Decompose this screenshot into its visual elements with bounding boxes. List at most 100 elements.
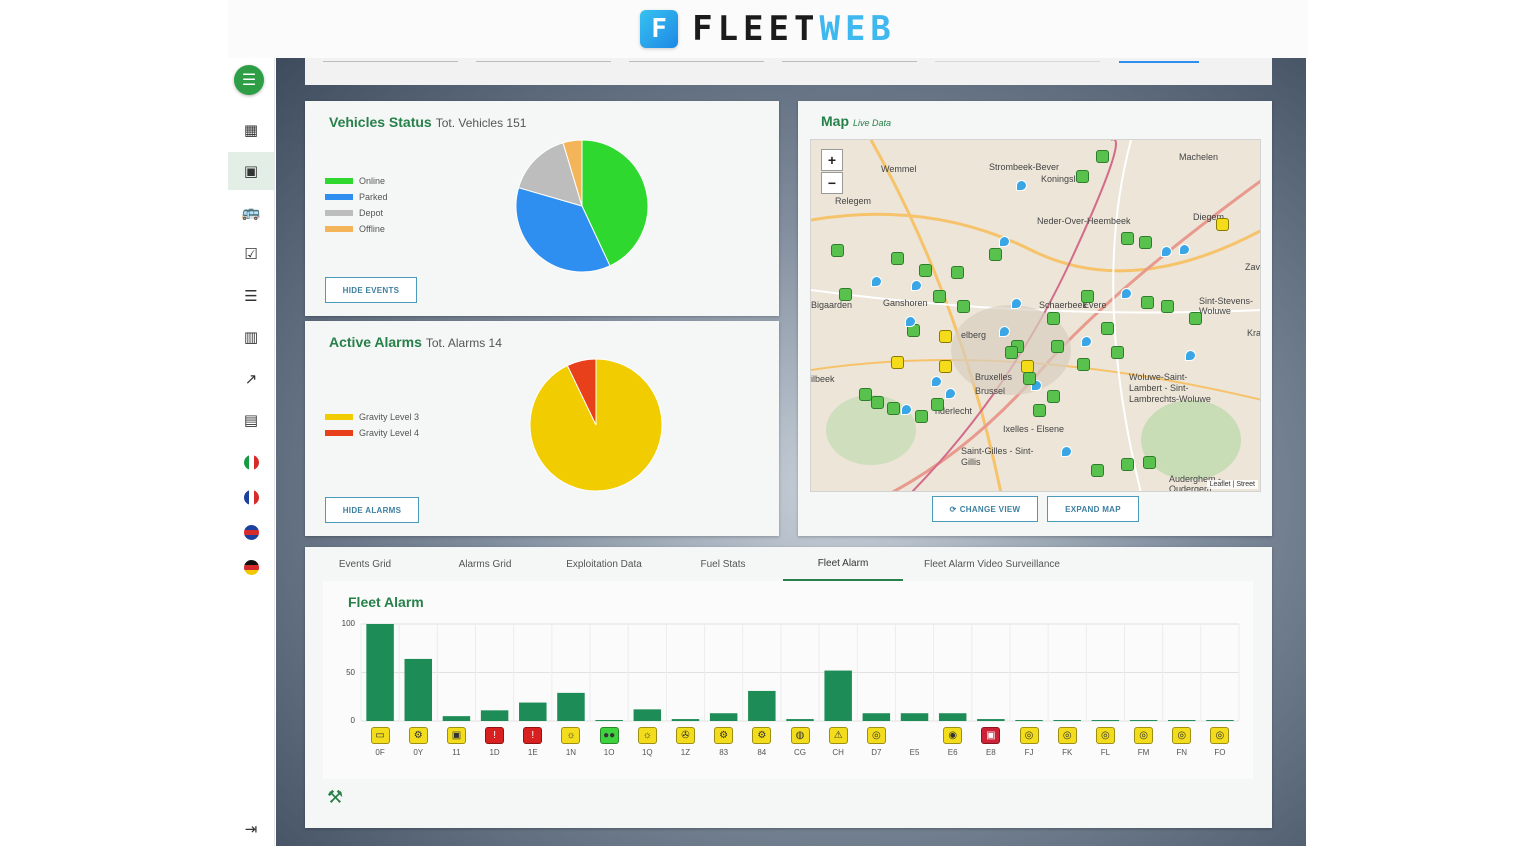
change-view-button[interactable]: ⟳ CHANGE VIEW	[932, 496, 1038, 522]
map-vehicle-marker-icon[interactable]	[939, 360, 952, 373]
map-vehicle-marker-icon[interactable]	[915, 410, 928, 423]
map-vehicle-marker-icon[interactable]	[1047, 390, 1060, 403]
hide-events-button[interactable]: HIDE EVENTS	[325, 277, 417, 303]
map-vehicle-marker-icon[interactable]	[831, 244, 844, 257]
map-vehicle-marker-icon[interactable]	[1143, 456, 1156, 469]
map-vehicle-marker-icon[interactable]	[919, 264, 932, 277]
sidebar-item-reports[interactable]: ▥	[228, 318, 274, 356]
expand-map-button[interactable]: EXPAND MAP	[1047, 496, 1139, 522]
zoom-out-button[interactable]: −	[821, 172, 843, 194]
map-vehicle-marker-icon[interactable]	[1051, 340, 1064, 353]
logout-button[interactable]: ⇥	[228, 810, 274, 848]
bar-1E[interactable]	[519, 702, 547, 721]
bar-0Y[interactable]	[404, 658, 433, 721]
tab-fuel-stats[interactable]: Fuel Stats	[663, 547, 783, 581]
map-vehicle-marker-icon[interactable]	[1101, 322, 1114, 335]
map-vehicle-marker-icon[interactable]	[1189, 312, 1202, 325]
bar-1N[interactable]	[557, 692, 585, 721]
tab-fleet-alarm[interactable]: Fleet Alarm	[783, 547, 903, 581]
map-vehicle-marker-icon[interactable]	[887, 402, 900, 415]
map-location-pin-icon[interactable]	[1121, 288, 1132, 299]
map-location-pin-icon[interactable]	[901, 404, 912, 415]
vehicles-status-legend-item[interactable]: Depot	[325, 205, 388, 221]
map-location-pin-icon[interactable]	[1161, 246, 1172, 257]
map-location-pin-icon[interactable]	[999, 326, 1010, 337]
sidebar-item-tasks[interactable]: ☑	[228, 235, 274, 273]
sidebar-item-trends[interactable]: ↗	[228, 360, 274, 398]
map-location-pin-icon[interactable]	[1185, 350, 1196, 361]
map-vehicle-marker-icon[interactable]	[1216, 218, 1229, 231]
bar-D7[interactable]	[862, 713, 891, 721]
bar-84[interactable]	[748, 690, 776, 721]
map-vehicle-marker-icon[interactable]	[1121, 232, 1134, 245]
bar-FJ[interactable]	[1015, 720, 1043, 722]
active-alarms-legend-item[interactable]: Gravity Level 3	[325, 409, 419, 425]
map-vehicle-marker-icon[interactable]	[1111, 346, 1124, 359]
vehicles-status-legend-item[interactable]: Online	[325, 173, 388, 189]
map-location-pin-icon[interactable]	[1081, 336, 1092, 347]
active-alarms-legend-item[interactable]: Gravity Level 4	[325, 425, 419, 441]
sidebar-item-stats[interactable]: ▤	[228, 401, 274, 439]
bar-1Q[interactable]	[633, 709, 662, 721]
clear-filter-icon[interactable]: ⚒	[327, 787, 343, 808]
bar-E8[interactable]	[977, 719, 1005, 721]
map-location-pin-icon[interactable]	[1061, 446, 1072, 457]
live-map[interactable]: Wemmel Machelen Strombeek-Bever Koningslo Re…	[810, 139, 1261, 492]
tab-events-grid[interactable]: Events Grid	[305, 547, 425, 581]
map-vehicle-marker-icon[interactable]	[957, 300, 970, 313]
map-vehicle-marker-icon[interactable]	[1033, 404, 1046, 417]
bar-0F[interactable]	[366, 624, 394, 721]
map-vehicle-marker-icon[interactable]	[871, 396, 884, 409]
map-vehicle-marker-icon[interactable]	[989, 248, 1002, 261]
map-vehicle-marker-icon[interactable]	[1076, 170, 1089, 183]
tab-exploitation-data[interactable]: Exploitation Data	[545, 547, 663, 581]
hide-alarms-button[interactable]: HIDE ALARMS	[325, 497, 419, 523]
map-vehicle-marker-icon[interactable]	[839, 288, 852, 301]
sidebar-item-vehicles[interactable]: 🚌	[228, 193, 274, 231]
bar-11[interactable]	[442, 716, 471, 721]
map-vehicle-marker-icon[interactable]	[1161, 300, 1174, 313]
bar-E5[interactable]	[900, 713, 929, 721]
vehicles-status-legend-item[interactable]: Parked	[325, 189, 388, 205]
zoom-in-button[interactable]: +	[821, 149, 843, 171]
map-vehicle-marker-icon[interactable]	[1139, 236, 1152, 249]
language-italian-button[interactable]	[228, 443, 274, 481]
bar-1Z[interactable]	[671, 719, 700, 721]
map-location-pin-icon[interactable]	[871, 276, 882, 287]
sidebar-item-list[interactable]: ☰	[228, 277, 274, 315]
tab-fleet-alarm-video-surveillance[interactable]: Fleet Alarm Video Surveillance	[903, 547, 1081, 581]
map-vehicle-marker-icon[interactable]	[1141, 296, 1154, 309]
map-vehicle-marker-icon[interactable]	[1023, 372, 1036, 385]
bar-E6[interactable]	[938, 713, 967, 721]
map-vehicle-marker-icon[interactable]	[1077, 358, 1090, 371]
map-location-pin-icon[interactable]	[1179, 244, 1190, 255]
map-vehicle-marker-icon[interactable]	[951, 266, 964, 279]
map-location-pin-icon[interactable]	[911, 280, 922, 291]
map-vehicle-marker-icon[interactable]	[891, 356, 904, 369]
map-vehicle-marker-icon[interactable]	[1096, 150, 1109, 163]
map-vehicle-marker-icon[interactable]	[1091, 464, 1104, 477]
sidebar-item-dashboard[interactable]: ▦	[228, 111, 274, 149]
map-vehicle-marker-icon[interactable]	[1081, 290, 1094, 303]
bar-FN[interactable]	[1167, 720, 1196, 722]
map-attribution[interactable]: Leaflet | Street	[1206, 480, 1258, 489]
map-location-pin-icon[interactable]	[945, 388, 956, 399]
language-uk-button[interactable]	[228, 513, 274, 551]
map-vehicle-marker-icon[interactable]	[939, 330, 952, 343]
map-location-pin-icon[interactable]	[1011, 298, 1022, 309]
map-vehicle-marker-icon[interactable]	[891, 252, 904, 265]
menu-toggle-button[interactable]: ☰	[234, 65, 264, 95]
tab-alarms-grid[interactable]: Alarms Grid	[425, 547, 545, 581]
map-location-pin-icon[interactable]	[999, 236, 1010, 247]
bar-1O[interactable]	[595, 720, 623, 722]
vehicles-status-legend-item[interactable]: Offline	[325, 221, 388, 237]
map-vehicle-marker-icon[interactable]	[1121, 458, 1134, 471]
bar-CG[interactable]	[786, 719, 814, 721]
bar-CH[interactable]	[824, 670, 852, 721]
bar-FM[interactable]	[1129, 720, 1158, 722]
bar-83[interactable]	[709, 713, 738, 721]
language-french-button[interactable]	[228, 478, 274, 516]
map-vehicle-marker-icon[interactable]	[1005, 346, 1018, 359]
map-vehicle-marker-icon[interactable]	[931, 398, 944, 411]
bar-FO[interactable]	[1206, 720, 1234, 722]
